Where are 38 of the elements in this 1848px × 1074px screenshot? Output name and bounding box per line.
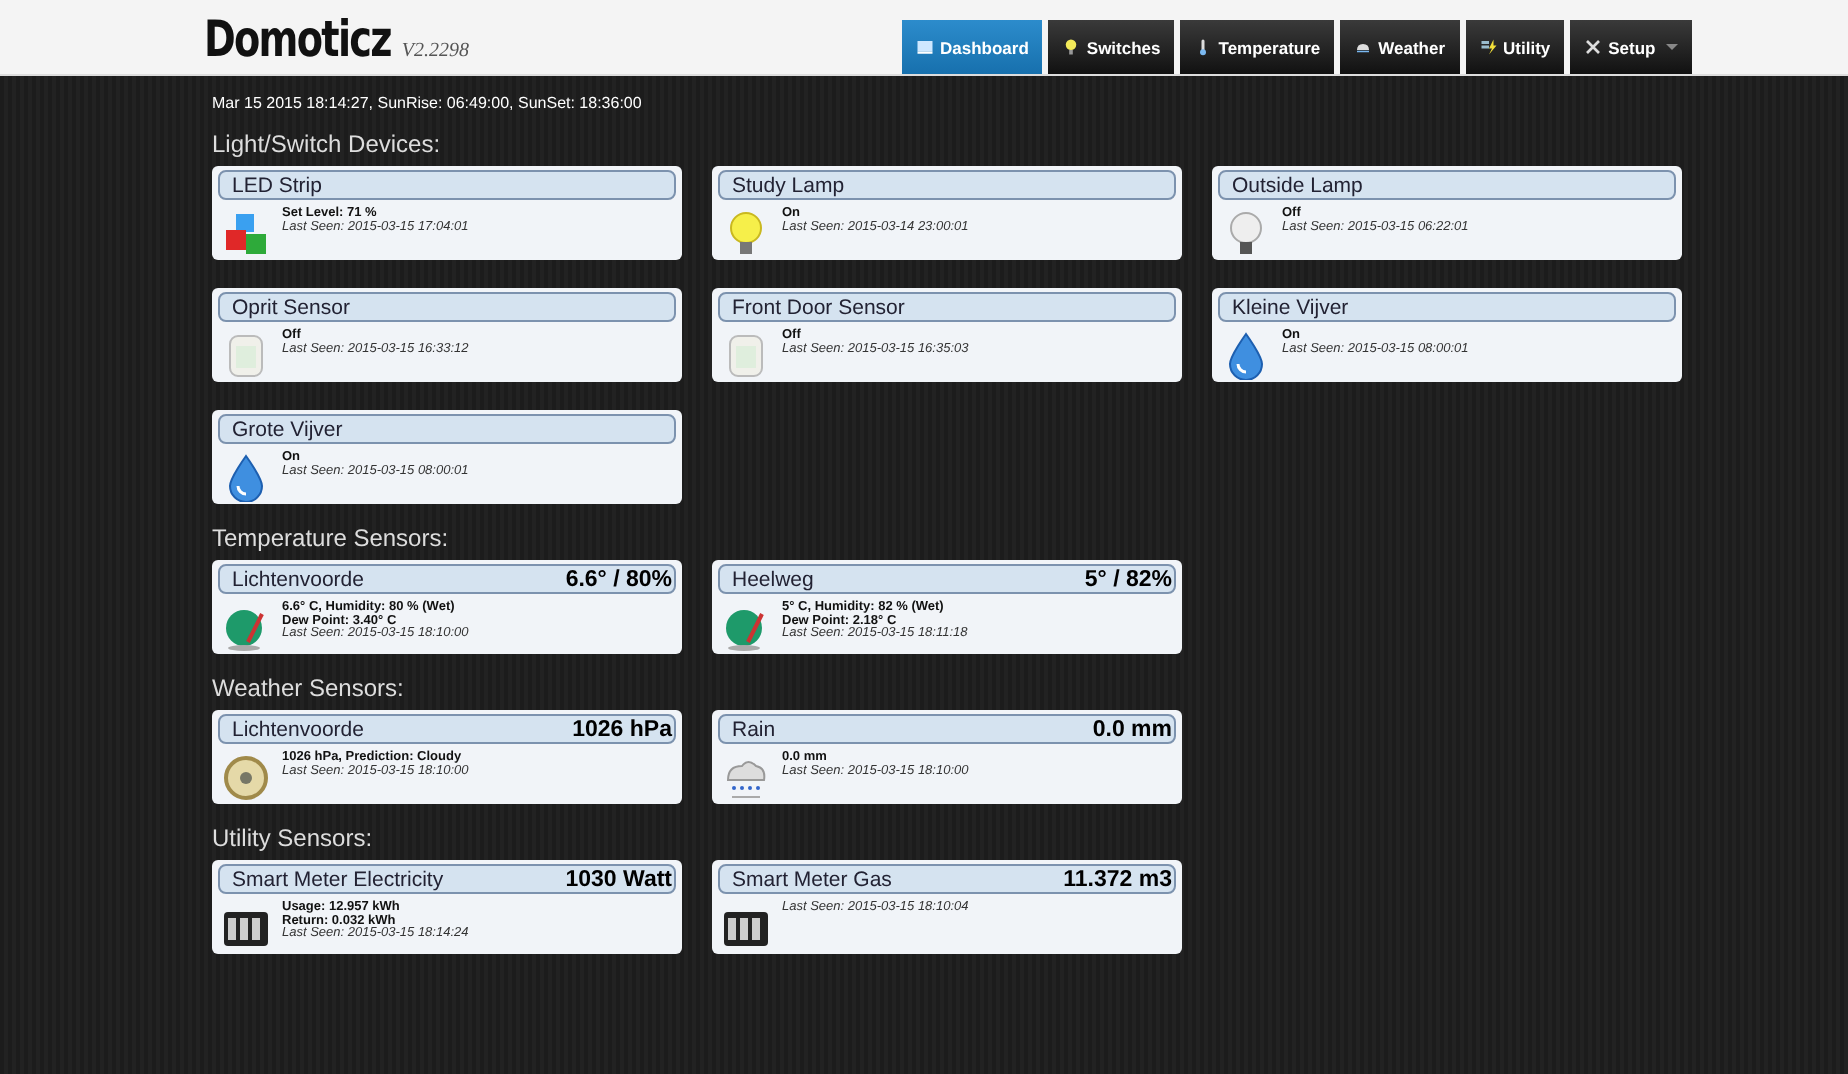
- device-value: 5° / 82%: [1084, 567, 1172, 591]
- device-name: Smart Meter Gas: [732, 867, 892, 891]
- device-name: Outside Lamp: [1232, 173, 1363, 197]
- section-title: Temperature Sensors:: [212, 522, 451, 556]
- nav-tab[interactable]: Switches: [1048, 20, 1175, 74]
- device-name: Heelweg: [732, 567, 814, 591]
- status-line: Mar 15 2015 18:14:27, SunRise: 06:49:00, SunSet: 18:36:00: [212, 92, 644, 116]
- section-title: Light/Switch Devices:: [212, 128, 443, 162]
- rgb-blocks-icon: [222, 210, 270, 258]
- nav-tab[interactable]: Weather: [1340, 20, 1460, 74]
- barometer-icon: [222, 754, 270, 802]
- device-value: 1030 Watt: [565, 867, 672, 891]
- monitor-icon: [916, 38, 934, 56]
- nav-tab[interactable]: Setup: [1570, 20, 1692, 74]
- device-name: Study Lamp: [732, 173, 845, 197]
- device-name: Rain: [732, 717, 776, 741]
- cloud-icon: [1354, 38, 1373, 56]
- device-name: Smart Meter Electricity: [232, 867, 444, 891]
- device-name: Lichtenvoorde: [232, 567, 364, 591]
- nav-tab[interactable]: Dashboard: [902, 20, 1043, 74]
- lightning-icon: [1479, 38, 1498, 56]
- nav-tab[interactable]: Temperature: [1180, 20, 1335, 74]
- device-name: Lichtenvoorde: [232, 717, 364, 741]
- device-name: Grote Vijver: [232, 417, 343, 441]
- version-label: V2.2298: [401, 40, 470, 62]
- section-title: Utility Sensors:: [212, 822, 375, 856]
- device-name: LED Strip: [232, 173, 322, 197]
- device-name: Kleine Vijver: [1232, 295, 1349, 319]
- nav-tab[interactable]: Utility: [1465, 20, 1565, 74]
- app-logo: Domoticz: [204, 10, 391, 68]
- device-name: Front Door Sensor: [732, 295, 905, 319]
- device-value: 6.6° / 80%: [565, 567, 672, 591]
- device-value: 0.0 mm: [1092, 717, 1172, 741]
- device-value: 11.372 m3: [1063, 867, 1172, 891]
- section-title: Weather Sensors:: [212, 672, 406, 706]
- device-name: Oprit Sensor: [232, 295, 350, 319]
- device-value: 1026 hPa: [572, 717, 672, 741]
- light-bulb-icon: [1062, 38, 1081, 56]
